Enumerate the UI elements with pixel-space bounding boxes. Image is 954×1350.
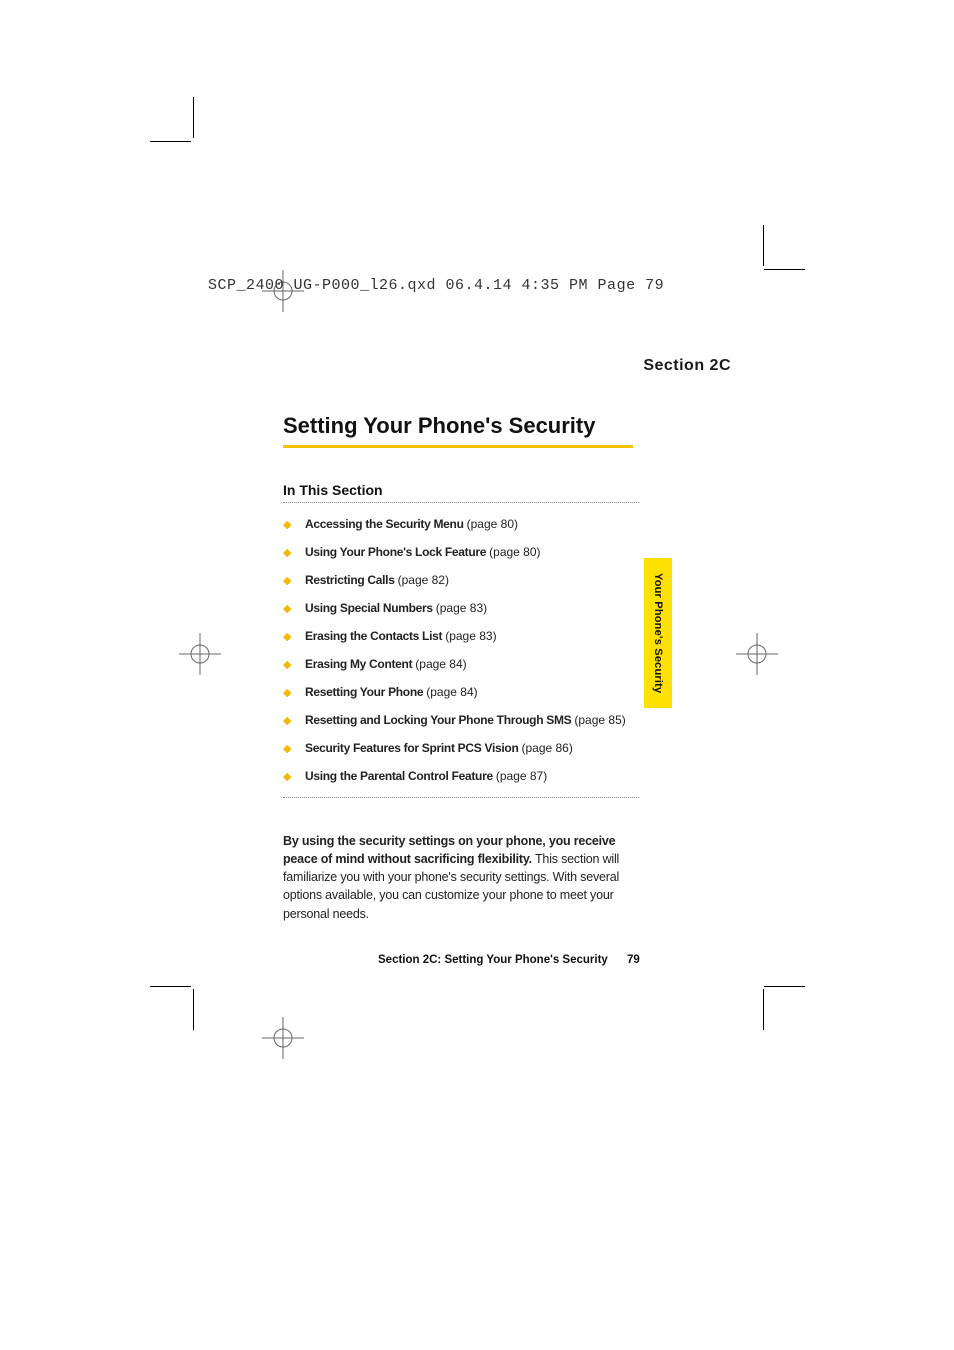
toc-page: (page 80)	[467, 517, 518, 531]
in-this-section-heading: In This Section	[283, 482, 683, 498]
page-title: Setting Your Phone's Security	[283, 413, 633, 448]
toc-item: ◆ Erasing My Content(page 84)	[283, 657, 683, 671]
toc-label: Erasing My Content	[305, 657, 412, 671]
toc-label: Security Features for Sprint PCS Vision	[305, 741, 518, 755]
toc-label: Using Your Phone's Lock Feature	[305, 545, 486, 559]
toc-page: (page 83)	[445, 629, 496, 643]
toc-item: ◆ Security Features for Sprint PCS Vision…	[283, 741, 683, 755]
toc-label: Accessing the Security Menu	[305, 517, 464, 531]
divider	[283, 502, 639, 503]
diamond-bullet-icon: ◆	[283, 630, 295, 643]
page-footer: Section 2C: Setting Your Phone's Securit…	[378, 954, 640, 966]
diamond-bullet-icon: ◆	[283, 602, 295, 615]
toc-page: (page 82)	[398, 573, 449, 587]
toc-item: ◆ Using Special Numbers(page 83)	[283, 601, 683, 615]
toc-page: (page 86)	[521, 741, 572, 755]
crop-mark	[763, 225, 764, 266]
crop-mark	[763, 989, 764, 1030]
intro-paragraph: By using the security settings on your p…	[283, 832, 635, 923]
section-label: Section 2C	[283, 357, 731, 375]
registration-mark-icon	[262, 1017, 304, 1059]
diamond-bullet-icon: ◆	[283, 770, 295, 783]
toc-item: ◆ Erasing the Contacts List(page 83)	[283, 629, 683, 643]
page-content: Section 2C Setting Your Phone's Security…	[283, 357, 683, 923]
diamond-bullet-icon: ◆	[283, 742, 295, 755]
toc-item: ◆ Resetting and Locking Your Phone Throug…	[283, 713, 683, 727]
toc-label: Resetting and Locking Your Phone Through…	[305, 713, 571, 727]
footer-text: Section 2C: Setting Your Phone's Securit…	[378, 954, 608, 966]
toc-label: Erasing the Contacts List	[305, 629, 442, 643]
toc-item: ◆ Using the Parental Control Feature(page…	[283, 769, 683, 783]
toc-item: ◆ Resetting Your Phone(page 84)	[283, 685, 683, 699]
diamond-bullet-icon: ◆	[283, 518, 295, 531]
crop-mark	[193, 989, 194, 1030]
crop-mark	[764, 986, 805, 987]
diamond-bullet-icon: ◆	[283, 658, 295, 671]
toc-label: Using the Parental Control Feature	[305, 769, 493, 783]
toc-page: (page 80)	[489, 545, 540, 559]
diamond-bullet-icon: ◆	[283, 686, 295, 699]
diamond-bullet-icon: ◆	[283, 714, 295, 727]
prepress-slug: SCP_2400 UG-P000_l26.qxd 06.4.14 4:35 PM…	[208, 277, 664, 294]
toc-label: Restricting Calls	[305, 573, 395, 587]
toc-label: Resetting Your Phone	[305, 685, 423, 699]
divider	[283, 797, 639, 798]
diamond-bullet-icon: ◆	[283, 574, 295, 587]
registration-mark-icon	[736, 633, 778, 675]
toc-label: Using Special Numbers	[305, 601, 433, 615]
crop-mark	[764, 269, 805, 270]
toc-list: ◆Accessing the Security Menu(page 80) ◆U…	[283, 517, 683, 783]
toc-page: (page 85)	[574, 713, 625, 727]
toc-item: ◆ Using Your Phone's Lock Feature(page 80…	[283, 545, 683, 559]
toc-page: (page 87)	[496, 769, 547, 783]
page-number: 79	[627, 954, 640, 966]
crop-mark	[150, 986, 191, 987]
toc-page: (page 83)	[436, 601, 487, 615]
toc-page: (page 84)	[426, 685, 477, 699]
toc-page: (page 84)	[415, 657, 466, 671]
registration-mark-icon	[179, 633, 221, 675]
crop-mark	[150, 141, 191, 142]
diamond-bullet-icon: ◆	[283, 546, 295, 559]
toc-item: ◆ Accessing the Security Menu(page 80)	[283, 517, 683, 531]
crop-mark	[193, 97, 194, 138]
toc-item: ◆ Restricting Calls(page 82)	[283, 573, 683, 587]
